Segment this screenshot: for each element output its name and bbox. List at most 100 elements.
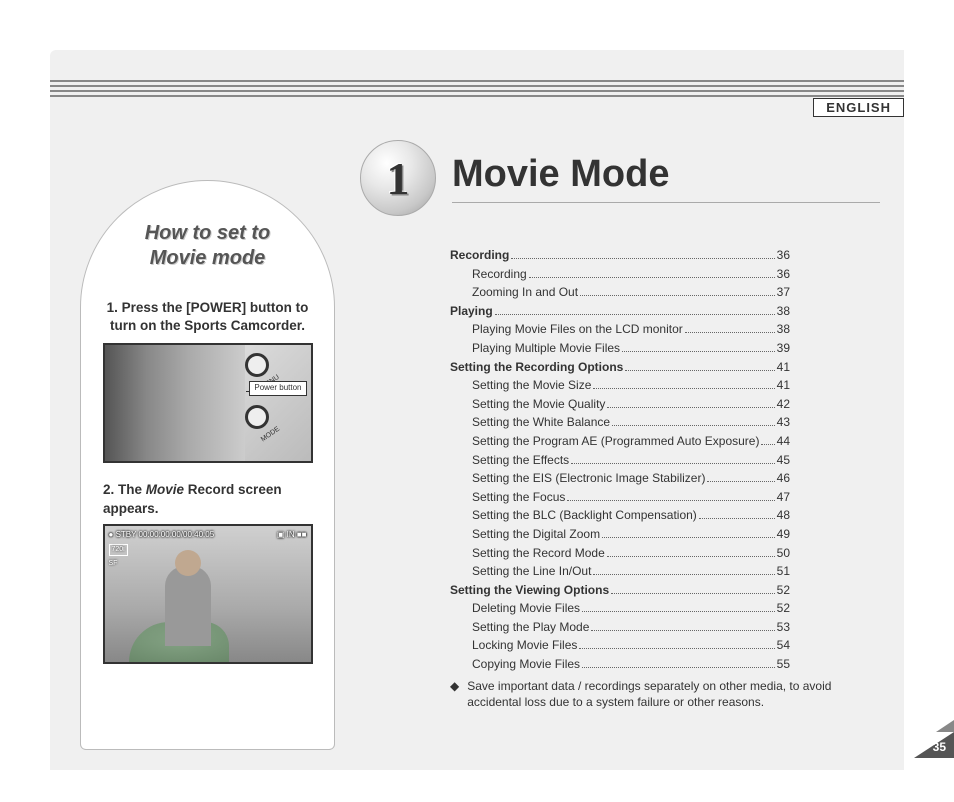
toc-page: 37	[777, 283, 790, 302]
sidebar-title: How to set to Movie mode	[99, 221, 316, 271]
toc-row: Setting the Line In/Out51	[450, 562, 790, 581]
toc-page: 36	[777, 265, 790, 284]
toc-row: Setting the Program AE (Programmed Auto …	[450, 432, 790, 451]
toc-leader-dots	[611, 593, 775, 594]
sidebar-title-line2: Movie mode	[150, 247, 266, 269]
main-content: 1 Movie Mode Recording36Recording36Zoomi…	[360, 140, 880, 674]
mode-dial-icon	[245, 405, 269, 429]
toc-row: Deleting Movie Files 52	[450, 599, 790, 618]
toc-row: Setting the Recording Options41	[450, 358, 790, 377]
footer-note: ◆ Save important data / recordings separ…	[450, 678, 860, 710]
toc-row: Setting the Digital Zoom49	[450, 525, 790, 544]
toc-leader-dots	[582, 667, 775, 668]
toc-leader-dots	[593, 388, 774, 389]
toc-leader-dots	[685, 332, 775, 333]
toc-row: Locking Movie Files54	[450, 636, 790, 655]
toc-row: Setting the Play Mode 53	[450, 618, 790, 637]
toc-row: Setting the White Balance 43	[450, 413, 790, 432]
toc-leader-dots	[495, 314, 775, 315]
toc-label: Setting the Effects	[472, 451, 569, 470]
toc-leader-dots	[579, 648, 774, 649]
osd-in: IN	[287, 530, 295, 539]
section-number-badge: 1	[360, 140, 436, 216]
toc-label: Setting the Movie Size	[472, 376, 591, 395]
toc-row: Playing Multiple Movie Files 39	[450, 339, 790, 358]
page-number: 35	[933, 740, 946, 754]
camera-body-shape	[105, 345, 245, 463]
toc-leader-dots	[707, 481, 774, 482]
power-button-callout: Power button	[249, 381, 306, 396]
toc-page: 46	[777, 469, 790, 488]
toc-row: Playing Movie Files on the LCD monitor38	[450, 320, 790, 339]
camera-diagram: MENU MODE Power button	[103, 343, 313, 463]
toc-leader-dots	[761, 444, 774, 445]
toc-page: 53	[777, 618, 790, 637]
toc-page: 47	[777, 488, 790, 507]
toc-label: Setting the EIS (Electronic Image Stabil…	[472, 469, 705, 488]
toc-label: Setting the Movie Quality	[472, 395, 605, 414]
toc-label: Setting the Digital Zoom	[472, 525, 600, 544]
toc-page: 45	[777, 451, 790, 470]
toc-page: 43	[777, 413, 790, 432]
toc-row: Setting the Movie Size 41	[450, 376, 790, 395]
lcd-screenshot: ● STBY 00:00:00:00/00:40:05 ▣ IN ■■ 720i…	[103, 524, 313, 664]
step2-movie-word: Movie	[146, 482, 184, 497]
step1-text: 1. Press the [POWER] button to turn on t…	[99, 299, 316, 335]
toc-page: 44	[777, 432, 790, 451]
mode-dial-label: MODE	[259, 426, 280, 444]
toc-leader-dots	[591, 630, 774, 631]
toc-label: Copying Movie Files	[472, 655, 580, 674]
toc-row: Setting the Viewing Options52	[450, 581, 790, 600]
toc-page: 55	[777, 655, 790, 674]
toc-label: Playing Multiple Movie Files	[472, 339, 620, 358]
toc-leader-dots	[580, 295, 775, 296]
toc-page: 42	[777, 395, 790, 414]
toc-page: 41	[777, 358, 790, 377]
toc-page: 50	[777, 544, 790, 563]
footer-note-text: Save important data / recordings separat…	[467, 678, 860, 710]
osd-left-col: 720i SF	[109, 544, 128, 570]
toc-label: Recording	[472, 265, 527, 284]
sidebar-panel: How to set to Movie mode 1. Press the [P…	[80, 180, 335, 750]
toc-page: 38	[777, 320, 790, 339]
toc-label: Setting the White Balance	[472, 413, 610, 432]
toc-page: 52	[777, 599, 790, 618]
osd-resolution: 720i	[109, 544, 128, 557]
toc-label: Setting the Record Mode	[472, 544, 605, 563]
toc-row: Setting the EIS (Electronic Image Stabil…	[450, 469, 790, 488]
toc-row: Recording 36	[450, 246, 790, 265]
toc-leader-dots	[511, 258, 774, 259]
toc-page: 36	[777, 246, 790, 265]
toc-page: 54	[777, 636, 790, 655]
menu-dial-icon	[245, 353, 269, 377]
toc-label: Deleting Movie Files	[472, 599, 580, 618]
toc-page: 39	[777, 339, 790, 358]
toc-label: Setting the Line In/Out	[472, 562, 591, 581]
toc-page: 41	[777, 376, 790, 395]
diamond-icon: ◆	[450, 678, 459, 710]
toc-label: Setting the Program AE (Programmed Auto …	[472, 432, 759, 451]
section-title: Movie Mode	[452, 153, 880, 203]
toc-leader-dots	[582, 611, 775, 612]
toc-page: 48	[777, 506, 790, 525]
osd-sf: SF	[109, 560, 118, 567]
toc-label: Setting the BLC (Backlight Compensation)	[472, 506, 697, 525]
toc-label: Playing	[450, 302, 493, 321]
toc-row: Setting the Record Mode 50	[450, 544, 790, 563]
toc-leader-dots	[699, 518, 775, 519]
toc-label: Setting the Play Mode	[472, 618, 589, 637]
toc-row: Setting the BLC (Backlight Compensation)…	[450, 506, 790, 525]
toc-row: Playing38	[450, 302, 790, 321]
language-badge: ENGLISH	[813, 98, 904, 117]
section-header: 1 Movie Mode	[360, 140, 880, 216]
toc-page: 52	[777, 581, 790, 600]
lcd-person-head	[175, 550, 201, 576]
toc-leader-dots	[607, 407, 774, 408]
toc-leader-dots	[602, 537, 775, 538]
sidebar-title-line1: How to set to	[145, 222, 271, 244]
header-stripes	[50, 80, 904, 98]
toc-row: Setting the Focus47	[450, 488, 790, 507]
step2-text: 2. The Movie Record screen appears.	[99, 481, 316, 517]
toc-label: Recording	[450, 246, 509, 265]
toc-leader-dots	[593, 574, 774, 575]
